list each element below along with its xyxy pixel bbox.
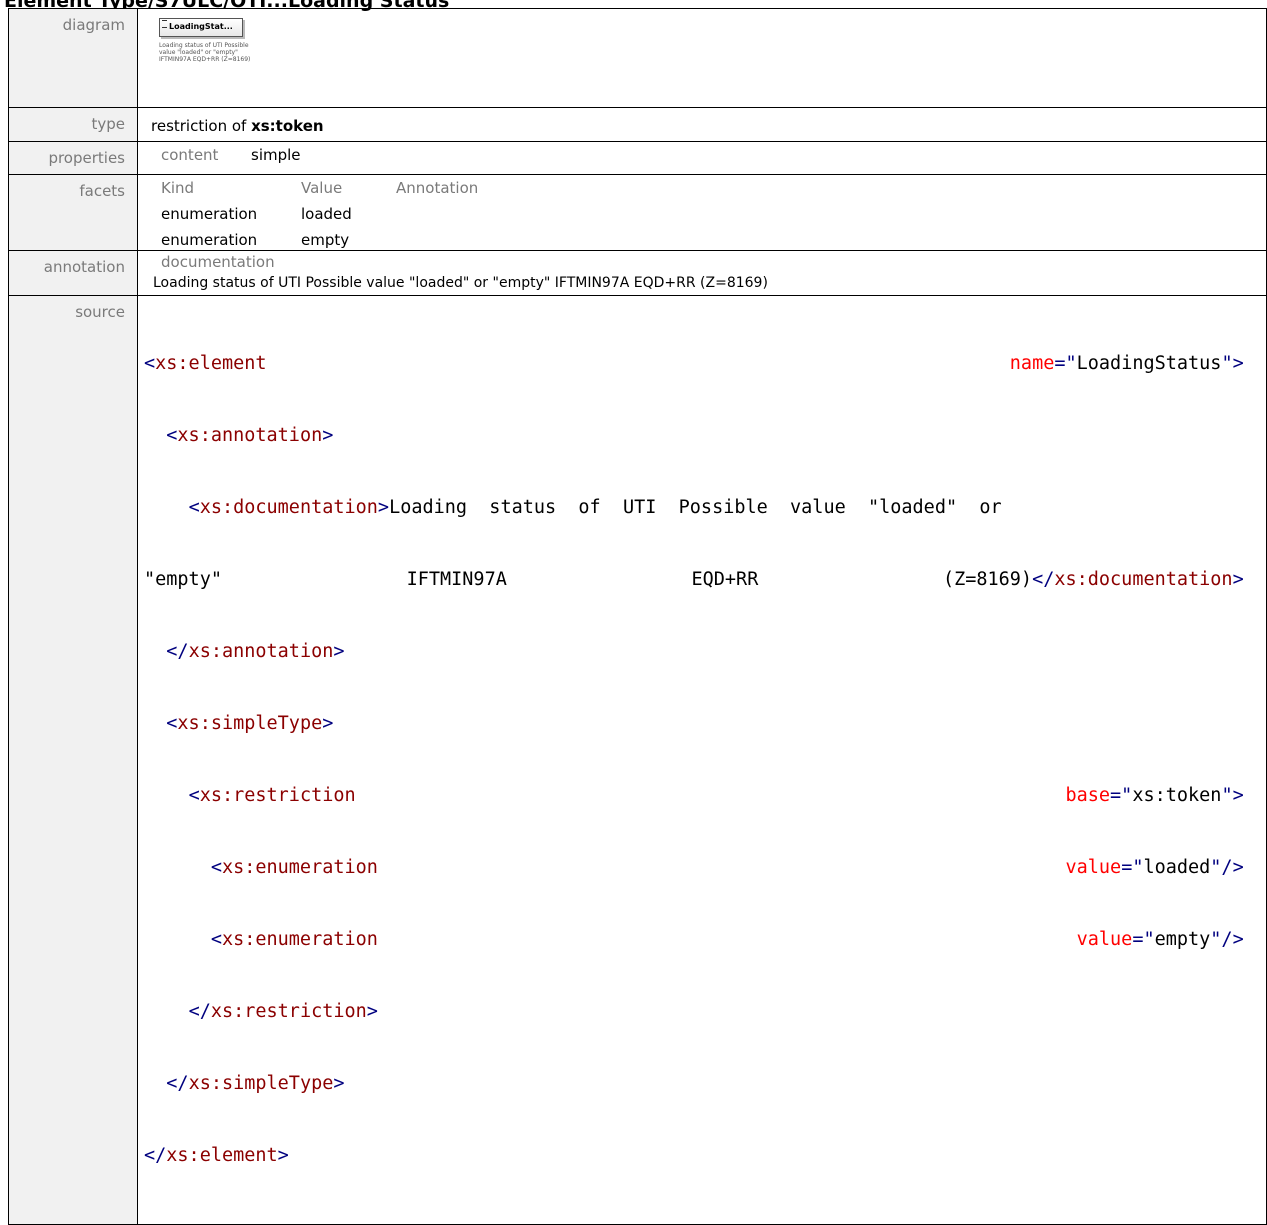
properties-row: properties content simple xyxy=(8,141,1267,175)
attr-value: LoadingStatus xyxy=(1076,353,1222,374)
annotation-label: annotation xyxy=(8,250,138,296)
diagram-row: diagram LoadingStat... Loading status of… xyxy=(8,8,1267,108)
type-value: restriction of xs:token xyxy=(144,108,1266,135)
diagram-documentation: Loading status of UTI Possible value "lo… xyxy=(159,42,251,63)
source-line: < xs:enumeration value =" empty "/> xyxy=(210,929,1244,950)
attr-name: value xyxy=(1065,857,1122,878)
annotation-cell: documentation Loading status of UTI Poss… xyxy=(137,250,1267,296)
facets-header-value: Value xyxy=(301,179,343,197)
documentation-text: Loading status of UTI Possible value "lo… xyxy=(389,497,1002,518)
attr-value: loaded xyxy=(1143,857,1211,878)
property-key: content xyxy=(161,146,219,164)
diagram-element-box[interactable]: LoadingStat... xyxy=(159,18,243,37)
attr-value: xs:token xyxy=(1132,785,1222,806)
documentation-text: (Z=8169) xyxy=(942,569,1033,590)
tag-name: xs:restriction xyxy=(210,1001,367,1022)
source-line: </xs:simpleType > xyxy=(166,1073,345,1094)
documentation-text: IFTMIN97A xyxy=(406,569,507,590)
type-label: type xyxy=(8,107,138,142)
annotation-row: annotation documentation Loading status … xyxy=(8,250,1267,296)
tag-name: xs:simpleType xyxy=(188,1073,334,1094)
facet-kind: enumeration xyxy=(161,205,258,223)
source-code: < xs:element name =" LoadingStatus "> < xs:ann… xyxy=(144,296,1266,1224)
facets-row: facets Kind Value Annotation enumeration… xyxy=(8,174,1267,251)
facet-annotation xyxy=(396,231,536,249)
diagram-element-name: LoadingStat... xyxy=(169,22,233,31)
annotation-documentation-header: documentation xyxy=(161,253,275,271)
documentation-text: EQD+RR xyxy=(691,569,759,590)
tag-name: xs:documentation xyxy=(199,497,378,518)
source-line: </xs:annotation > xyxy=(166,641,345,662)
source-line: "empty" IFTMIN97A EQD+RR (Z=8169) </xs:docum… xyxy=(144,569,1244,590)
source-line: </xs:element > xyxy=(144,1145,289,1166)
properties-cell: content simple xyxy=(137,141,1267,175)
tag-name: xs:element xyxy=(166,1145,278,1166)
diagram-label: diagram xyxy=(8,8,138,108)
source-label: source xyxy=(8,295,138,1225)
tag-name: xs:annotation xyxy=(188,641,334,662)
facet-annotation xyxy=(396,205,536,223)
element-doc-table: diagram LoadingStat... Loading status of… xyxy=(8,8,1267,1225)
source-row: source < xs:element name =" LoadingStatus "> … xyxy=(8,295,1267,1225)
facets-cell: Kind Value Annotation enumeration loaded… xyxy=(137,174,1267,251)
tag-name: xs:element xyxy=(155,353,267,374)
property-value: simple xyxy=(251,146,301,164)
attr-value: empty xyxy=(1154,929,1211,950)
type-prefix: restriction of xyxy=(151,117,252,135)
tag-name: xs:enumeration xyxy=(221,929,378,950)
attr-name: value xyxy=(1076,929,1133,950)
tag-name: xs:annotation xyxy=(177,425,323,446)
tag-name: xs:enumeration xyxy=(221,857,378,878)
facet-value: loaded xyxy=(301,205,352,223)
properties-label: properties xyxy=(8,141,138,175)
attr-name: base xyxy=(1065,785,1111,806)
documentation-text: "empty" xyxy=(144,569,222,590)
element-icon xyxy=(162,20,167,28)
source-line: </xs:restriction > xyxy=(188,1001,378,1022)
source-cell: < xs:element name =" LoadingStatus "> < xs:ann… xyxy=(137,295,1267,1225)
facets-header-kind: Kind xyxy=(161,179,195,197)
facets-label: facets xyxy=(8,174,138,251)
source-line: < xs:simpleType > xyxy=(166,713,334,734)
type-base-link[interactable]: xs:token xyxy=(251,117,324,135)
tag-name: xs:documentation xyxy=(1054,569,1233,590)
source-line: < xs:restriction base =" xs:token "> xyxy=(188,785,1244,806)
facet-value: empty xyxy=(301,231,350,249)
facets-header-annotation: Annotation xyxy=(396,179,479,197)
diagram-cell: LoadingStat... Loading status of UTI Pos… xyxy=(137,8,1267,108)
facets-table: Kind Value Annotation enumeration loaded… xyxy=(144,175,1266,249)
source-line: < xs:enumeration value =" loaded "/> xyxy=(210,857,1244,878)
facet-kind: enumeration xyxy=(161,231,258,249)
source-line: < xs:annotation > xyxy=(166,425,334,446)
source-line: < xs:element name =" LoadingStatus "> xyxy=(144,353,1244,374)
type-row: type restriction of xs:token xyxy=(8,107,1267,142)
tag-name: xs:simpleType xyxy=(177,713,323,734)
type-cell: restriction of xs:token xyxy=(137,107,1267,142)
attr-name: name xyxy=(1009,353,1055,374)
annotation-documentation-text: Loading status of UTI Possible value "lo… xyxy=(153,275,768,291)
tag-name: xs:restriction xyxy=(199,785,356,806)
source-line: < xs:documentation > Loading status of UTI … xyxy=(188,497,1002,518)
